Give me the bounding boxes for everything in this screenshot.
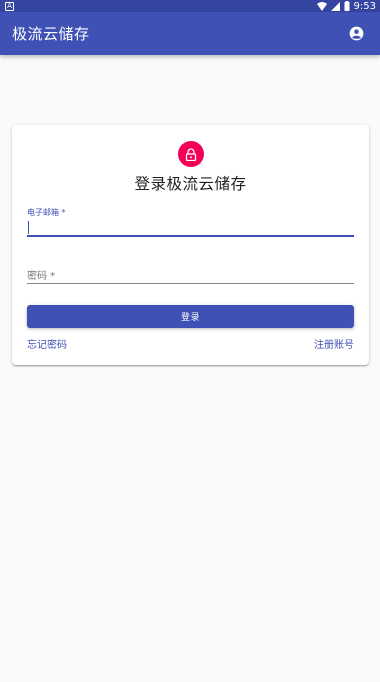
login-card: 登录极流云储存 电子邮箱 * 密码 * 登录 忘记密码 注册账号 xyxy=(12,125,369,365)
login-button[interactable]: 登录 xyxy=(27,305,354,328)
login-title: 登录极流云储存 xyxy=(134,175,247,193)
password-field[interactable]: 密码 * xyxy=(27,264,354,284)
status-left: A xyxy=(5,0,14,12)
lock-avatar xyxy=(178,141,204,167)
email-label: 电子邮箱 * xyxy=(27,208,66,217)
password-label: 密码 * xyxy=(27,271,56,282)
lock-icon xyxy=(185,147,197,161)
email-underline xyxy=(27,235,354,237)
register-link[interactable]: 注册账号 xyxy=(314,336,354,351)
notification-a-icon: A xyxy=(5,2,14,11)
signal-icon xyxy=(330,1,340,11)
email-field[interactable]: 电子邮箱 * xyxy=(27,207,354,237)
app-bar: 极流云储存 xyxy=(0,12,380,55)
forgot-password-link[interactable]: 忘记密码 xyxy=(27,336,67,351)
account-circle-icon xyxy=(349,26,363,41)
wifi-icon xyxy=(316,1,327,11)
app-title: 极流云储存 xyxy=(12,25,90,43)
account-button[interactable] xyxy=(344,22,368,46)
status-bar: A 9:53 xyxy=(0,0,380,12)
battery-icon xyxy=(344,1,350,11)
status-right: 9:53 xyxy=(316,0,376,12)
password-underline xyxy=(27,283,354,284)
status-time: 9:53 xyxy=(353,0,376,12)
text-caret xyxy=(28,221,29,234)
